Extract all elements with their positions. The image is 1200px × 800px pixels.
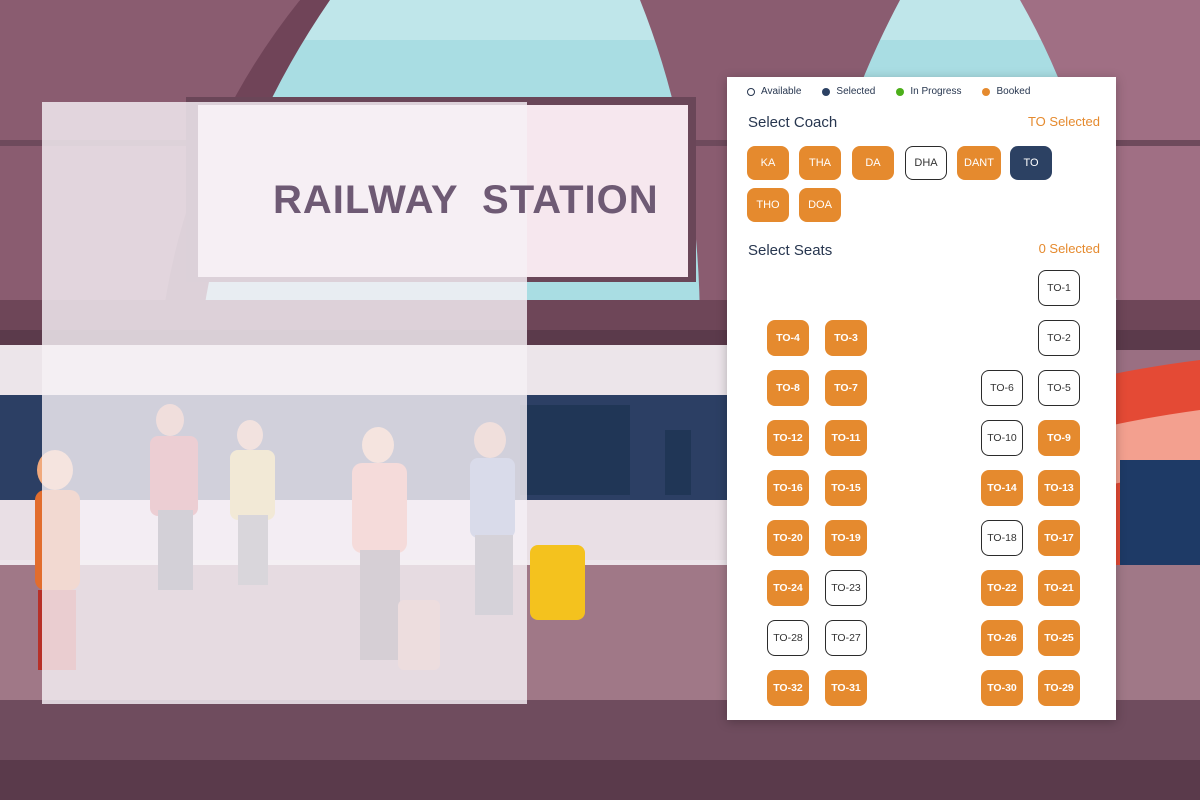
seat-to-9[interactable]: TO-9 bbox=[1038, 420, 1080, 456]
seat-to-4[interactable]: TO-4 bbox=[767, 320, 809, 356]
seat-to-12[interactable]: TO-12 bbox=[767, 420, 809, 456]
seat-to-21[interactable]: TO-21 bbox=[1038, 570, 1080, 606]
seat-to-32[interactable]: TO-32 bbox=[767, 670, 809, 706]
seat-booking-panel: Available Selected In Progress Booked Selec… bbox=[727, 77, 1116, 720]
seat-to-10[interactable]: TO-10 bbox=[981, 420, 1023, 456]
seat-to-23[interactable]: TO-23 bbox=[825, 570, 867, 606]
seat-to-14[interactable]: TO-14 bbox=[981, 470, 1023, 506]
seat-to-5[interactable]: TO-5 bbox=[1038, 370, 1080, 406]
legend-dot-in-progress bbox=[896, 87, 905, 96]
legend-label: Available bbox=[761, 86, 802, 97]
coach-button-doa[interactable]: DOA bbox=[799, 188, 841, 222]
legend-item-booked: Booked bbox=[982, 86, 1030, 97]
legend-label: Booked bbox=[996, 86, 1031, 97]
station-sign-text: RAILWAY STATION bbox=[273, 178, 659, 222]
seat-to-11[interactable]: TO-11 bbox=[825, 420, 867, 456]
coach-button-to[interactable]: TO bbox=[1010, 146, 1052, 180]
legend-dot-booked bbox=[982, 87, 991, 96]
seat-selected-count: 0 Selected bbox=[1038, 241, 1100, 256]
seat-to-27[interactable]: TO-27 bbox=[825, 620, 867, 656]
seat-to-31[interactable]: TO-31 bbox=[825, 670, 867, 706]
seat-section-title: Select Seats bbox=[748, 242, 833, 259]
seat-to-2[interactable]: TO-2 bbox=[1038, 320, 1080, 356]
coach-button-ka[interactable]: KA bbox=[747, 146, 789, 180]
seat-to-24[interactable]: TO-24 bbox=[767, 570, 809, 606]
seat-to-16[interactable]: TO-16 bbox=[767, 470, 809, 506]
legend-dot-available bbox=[747, 87, 755, 96]
legend-dot-selected bbox=[822, 87, 831, 96]
coach-button-tho[interactable]: THO bbox=[747, 188, 789, 222]
legend-item-in-progress: In Progress bbox=[896, 86, 961, 97]
seat-to-20[interactable]: TO-20 bbox=[767, 520, 809, 556]
seat-to-28[interactable]: TO-28 bbox=[767, 620, 809, 656]
legend-label: Selected bbox=[836, 86, 876, 97]
coach-button-da[interactable]: DA bbox=[852, 146, 894, 180]
seat-to-18[interactable]: TO-18 bbox=[981, 520, 1023, 556]
coach-button-dant[interactable]: DANT bbox=[957, 146, 1001, 180]
seat-to-1[interactable]: TO-1 bbox=[1038, 270, 1080, 306]
coach-selected-count: TO Selected bbox=[1027, 114, 1100, 129]
seat-to-15[interactable]: TO-15 bbox=[825, 470, 867, 506]
seat-to-19[interactable]: TO-19 bbox=[825, 520, 867, 556]
legend-item-selected: Selected bbox=[822, 86, 875, 97]
seat-to-25[interactable]: TO-25 bbox=[1038, 620, 1080, 656]
seat-to-29[interactable]: TO-29 bbox=[1038, 670, 1080, 706]
seat-to-22[interactable]: TO-22 bbox=[981, 570, 1023, 606]
seat-to-3[interactable]: TO-3 bbox=[825, 320, 867, 356]
seat-to-6[interactable]: TO-6 bbox=[981, 370, 1023, 406]
seat-to-13[interactable]: TO-13 bbox=[1038, 470, 1080, 506]
status-legend: Available Selected In Progress Booked bbox=[747, 86, 1030, 97]
seat-to-17[interactable]: TO-17 bbox=[1038, 520, 1080, 556]
coach-button-dha[interactable]: DHA bbox=[905, 146, 947, 180]
seat-to-8[interactable]: TO-8 bbox=[767, 370, 809, 406]
coach-button-tha[interactable]: THA bbox=[799, 146, 841, 180]
coach-section-title: Select Coach bbox=[748, 114, 838, 131]
seat-to-30[interactable]: TO-30 bbox=[981, 670, 1023, 706]
legend-item-available: Available bbox=[747, 86, 801, 97]
seat-to-7[interactable]: TO-7 bbox=[825, 370, 867, 406]
legend-label: In Progress bbox=[910, 86, 962, 97]
seat-to-26[interactable]: TO-26 bbox=[981, 620, 1023, 656]
